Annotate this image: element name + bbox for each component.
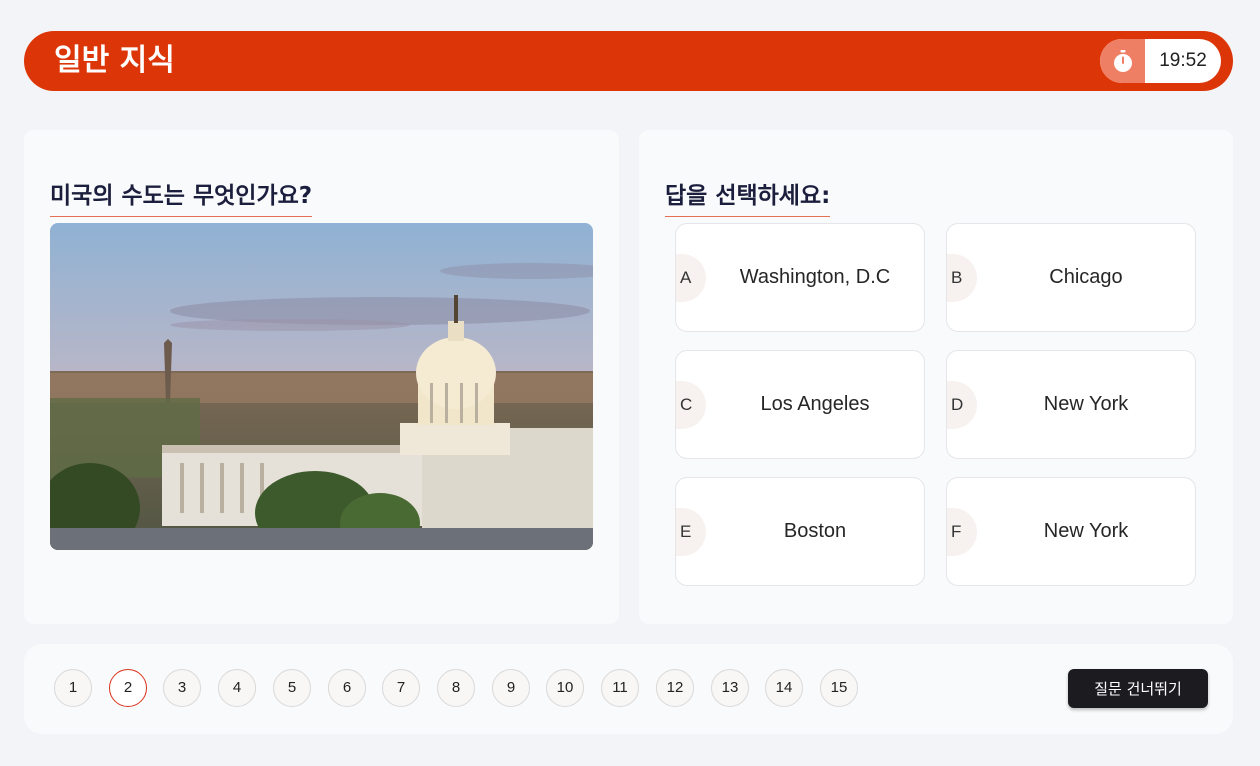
answer-option-f[interactable]: F New York (946, 477, 1196, 586)
question-text: 미국의 수도는 무엇인가요? (50, 176, 313, 217)
answer-letter: E (676, 508, 706, 556)
answers-panel: 답을 선택하세요: A Washington, D.C B Chicago C … (639, 130, 1233, 624)
answer-option-d[interactable]: D New York (946, 350, 1196, 459)
answer-option-a[interactable]: A Washington, D.C (675, 223, 925, 332)
answer-letter: F (947, 508, 977, 556)
answers-heading: 답을 선택하세요: (665, 176, 831, 217)
answer-text: Washington, D.C (739, 266, 891, 288)
answer-letter: D (947, 381, 977, 429)
page-button-2[interactable]: 2 (109, 669, 147, 707)
answer-option-e[interactable]: E Boston (675, 477, 925, 586)
page-button-12[interactable]: 12 (656, 669, 694, 707)
answer-letter: C (676, 381, 706, 429)
page-button-8[interactable]: 8 (437, 669, 475, 707)
timer-value: 19:52 (1159, 50, 1207, 71)
answer-option-b[interactable]: B Chicago (946, 223, 1196, 332)
page-button-13[interactable]: 13 (711, 669, 749, 707)
question-panel: 미국의 수도는 무엇인가요? (24, 130, 619, 624)
page-button-15[interactable]: 15 (820, 669, 858, 707)
page-button-1[interactable]: 1 (54, 669, 92, 707)
answer-letter: A (676, 254, 706, 302)
quiz-title: 일반 지식 (54, 43, 175, 78)
answer-text: Boston (783, 520, 847, 542)
answer-text: New York (1043, 393, 1129, 415)
page-button-9[interactable]: 9 (492, 669, 530, 707)
question-navigation-bar: 1 2 3 4 5 6 7 8 9 10 11 12 13 14 15 질문 건… (24, 644, 1233, 734)
page-button-5[interactable]: 5 (273, 669, 311, 707)
page-button-10[interactable]: 10 (546, 669, 584, 707)
stopwatch-icon (1100, 39, 1145, 83)
page-button-14[interactable]: 14 (765, 669, 803, 707)
page-button-4[interactable]: 4 (218, 669, 256, 707)
answer-text: Los Angeles (760, 393, 870, 415)
answer-text: New York (1043, 520, 1129, 542)
page-button-7[interactable]: 7 (382, 669, 420, 707)
page-button-3[interactable]: 3 (163, 669, 201, 707)
timer: 19:52 (1100, 39, 1221, 83)
answer-text: Chicago (1049, 266, 1123, 288)
header-bar: 일반 지식 19:52 (24, 31, 1233, 91)
answer-letter: B (947, 254, 977, 302)
skip-question-button[interactable]: 질문 건너뛰기 (1068, 669, 1208, 708)
answer-option-c[interactable]: C Los Angeles (675, 350, 925, 459)
page-button-11[interactable]: 11 (601, 669, 639, 707)
page-button-6[interactable]: 6 (328, 669, 366, 707)
capitol-building-photo (50, 223, 593, 550)
